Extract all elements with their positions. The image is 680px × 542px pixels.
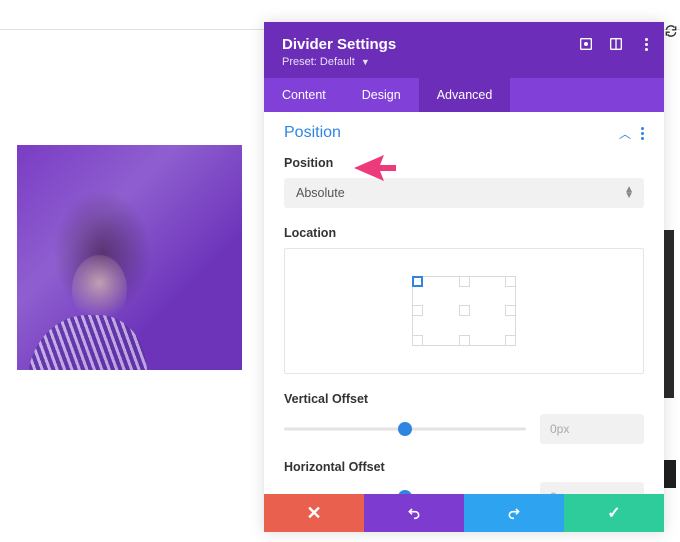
tab-content[interactable]: Content	[264, 78, 344, 112]
panel-header: Divider Settings Preset: Default ▼	[264, 22, 664, 78]
anchor-top-left[interactable]	[412, 276, 423, 287]
vertical-offset-value[interactable]: 0px	[540, 414, 644, 444]
background-strip-right	[664, 230, 674, 398]
responsive-icon[interactable]	[578, 36, 594, 52]
redo-icon	[506, 505, 522, 521]
chevron-up-icon[interactable]: ︿	[619, 125, 631, 142]
check-icon: ✓	[607, 503, 620, 523]
split-view-icon[interactable]	[608, 36, 624, 52]
anchor-top-center[interactable]	[459, 276, 470, 287]
undo-button[interactable]	[364, 494, 464, 532]
anchor-middle-left[interactable]	[412, 305, 423, 316]
horizontal-offset-slider[interactable]	[284, 489, 526, 494]
panel-body: Position ︿ Position Absolute ▲▼ Location	[264, 112, 664, 494]
tabs: Content Design Advanced	[264, 78, 664, 112]
anchor-middle-right[interactable]	[505, 305, 516, 316]
preset-label: Preset: Default	[282, 56, 355, 68]
anchor-bottom-center[interactable]	[459, 335, 470, 346]
more-icon[interactable]	[638, 36, 654, 52]
location-picker	[284, 248, 644, 374]
horizontal-offset-label: Horizontal Offset	[284, 460, 644, 474]
anchor-bottom-left[interactable]	[412, 335, 423, 346]
section-header[interactable]: Position ︿	[284, 124, 644, 142]
settings-panel: Divider Settings Preset: Default ▼ Conte…	[264, 22, 664, 532]
content-thumbnail	[17, 145, 242, 370]
anchor-middle-center[interactable]	[459, 305, 470, 316]
horizontal-offset-row: 0px	[284, 482, 644, 494]
preset-selector[interactable]: Preset: Default ▼	[282, 56, 646, 68]
close-icon: ✕	[306, 503, 321, 524]
refresh-icon	[664, 24, 678, 38]
anchor-top-right[interactable]	[505, 276, 516, 287]
tab-design[interactable]: Design	[344, 78, 419, 112]
header-icons	[578, 36, 654, 52]
caret-down-icon: ▼	[361, 57, 370, 67]
undo-icon	[406, 505, 422, 521]
section-controls: ︿	[619, 125, 644, 142]
position-select[interactable]: Absolute ▲▼	[284, 178, 644, 208]
vertical-offset-slider[interactable]	[284, 421, 526, 437]
position-value: Absolute	[296, 186, 345, 200]
cancel-button[interactable]: ✕	[264, 494, 364, 532]
horizontal-offset-value[interactable]: 0px	[540, 482, 644, 494]
section-more-icon[interactable]	[641, 127, 644, 140]
page-canvas: Divider Settings Preset: Default ▼ Conte…	[0, 0, 680, 542]
vertical-offset-label: Vertical Offset	[284, 392, 644, 406]
anchor-bottom-right[interactable]	[505, 335, 516, 346]
panel-footer: ✕ ✓	[264, 494, 664, 532]
tab-advanced[interactable]: Advanced	[419, 78, 511, 112]
select-sort-icon: ▲▼	[624, 187, 634, 199]
section-title: Position	[284, 124, 341, 142]
position-label: Position	[284, 156, 644, 170]
location-label: Location	[284, 226, 644, 240]
redo-button[interactable]	[464, 494, 564, 532]
anchor-grid	[412, 276, 516, 346]
vertical-offset-row: 0px	[284, 414, 644, 444]
save-button[interactable]: ✓	[564, 494, 664, 532]
